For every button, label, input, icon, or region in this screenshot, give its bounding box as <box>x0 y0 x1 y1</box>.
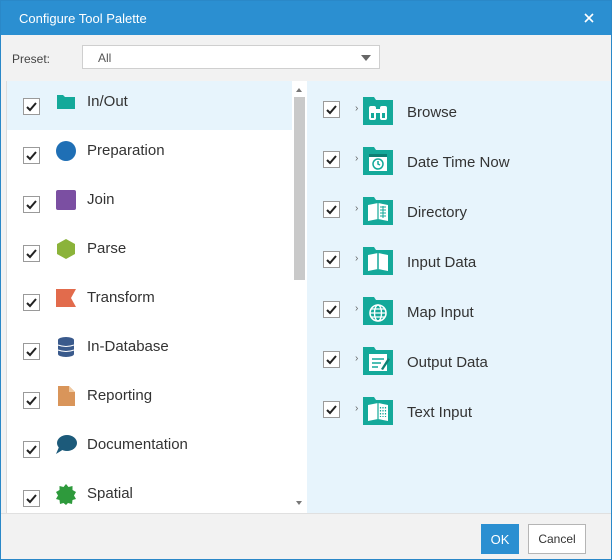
tool-item-browse[interactable]: › Browse <box>307 84 611 134</box>
category-item-transform[interactable]: Transform <box>7 277 293 326</box>
tool-checkbox[interactable] <box>323 401 340 418</box>
chevron-right-icon: › <box>355 203 359 214</box>
close-icon[interactable] <box>579 8 599 28</box>
category-label: Join <box>87 191 115 208</box>
dialog-title: Configure Tool Palette <box>19 11 147 26</box>
category-item-reporting[interactable]: Reporting <box>7 375 293 424</box>
tool-checkbox[interactable] <box>323 201 340 218</box>
category-label: Documentation <box>87 436 188 453</box>
category-checkbox[interactable] <box>23 196 40 213</box>
tool-item-output-data[interactable]: › Output Data <box>307 334 611 384</box>
hexagon-icon <box>55 238 77 260</box>
category-item-documentation[interactable]: Documentation <box>7 424 293 473</box>
tool-label: Map Input <box>407 304 474 321</box>
ok-button[interactable]: OK <box>481 524 519 554</box>
chevron-right-icon: › <box>355 403 359 414</box>
preset-label: Preset: <box>12 52 51 66</box>
tool-checkbox[interactable] <box>323 301 340 318</box>
tool-checkbox[interactable] <box>323 101 340 118</box>
configure-tool-palette-dialog: Configure Tool Palette Preset: All In/Ou… <box>0 0 612 560</box>
tool-label: Output Data <box>407 354 488 371</box>
badge-icon <box>55 483 77 505</box>
category-checkbox[interactable] <box>23 490 40 507</box>
category-label: Reporting <box>87 387 153 404</box>
category-label: Spatial <box>87 485 133 502</box>
chevron-right-icon: › <box>355 103 359 114</box>
chevron-down-icon <box>361 55 371 61</box>
category-label: In-Database <box>87 338 169 355</box>
binoculars-icon <box>362 94 394 126</box>
tool-label: Date Time Now <box>407 154 510 171</box>
tool-checkbox[interactable] <box>323 351 340 368</box>
open-book-icon <box>362 244 394 276</box>
text-book-icon <box>362 394 394 426</box>
category-checkbox[interactable] <box>23 343 40 360</box>
tool-item-text-input[interactable]: › Text Input <box>307 384 611 434</box>
category-checkbox[interactable] <box>23 98 40 115</box>
circle-icon <box>55 140 77 162</box>
category-item-in-out[interactable]: In/Out <box>7 81 293 130</box>
category-label: Preparation <box>87 142 165 159</box>
category-scrollbar[interactable] <box>292 81 307 513</box>
tool-list: › Browse › Date Time Now › Directory › I… <box>307 81 611 513</box>
cancel-button[interactable]: Cancel <box>528 524 586 554</box>
preset-value: All <box>98 51 112 65</box>
category-checkbox[interactable] <box>23 245 40 262</box>
ribbon-icon <box>55 287 77 309</box>
globe-icon <box>362 294 394 326</box>
category-item-parse[interactable]: Parse <box>7 228 293 277</box>
tool-label: Input Data <box>407 254 477 271</box>
category-checkbox[interactable] <box>23 441 40 458</box>
category-item-in-database[interactable]: In-Database <box>7 326 293 375</box>
category-item-preparation[interactable]: Preparation <box>7 130 293 179</box>
tool-label: Browse <box>407 104 458 121</box>
calendar-clock-icon <box>362 144 394 176</box>
speech-bubble-icon <box>55 434 77 456</box>
category-checkbox[interactable] <box>23 392 40 409</box>
category-item-spatial[interactable]: Spatial <box>7 473 293 513</box>
tool-item-date-time-now[interactable]: › Date Time Now <box>307 134 611 184</box>
category-list: In/Out Preparation Join Parse Transform … <box>6 81 293 513</box>
scroll-down-arrow-icon[interactable] <box>296 501 302 505</box>
output-document-icon <box>362 344 394 376</box>
category-checkbox[interactable] <box>23 147 40 164</box>
tool-item-map-input[interactable]: › Map Input <box>307 284 611 334</box>
dialog-footer: OK Cancel <box>1 513 611 559</box>
scrollbar-thumb[interactable] <box>294 97 305 280</box>
directory-book-icon <box>362 194 394 226</box>
category-label: In/Out <box>87 93 128 110</box>
folder-icon <box>55 91 77 113</box>
tool-item-input-data[interactable]: › Input Data <box>307 234 611 284</box>
title-bar: Configure Tool Palette <box>1 1 611 35</box>
chevron-right-icon: › <box>355 353 359 364</box>
chevron-right-icon: › <box>355 303 359 314</box>
tool-label: Text Input <box>407 404 473 421</box>
category-item-join[interactable]: Join <box>7 179 293 228</box>
scroll-up-arrow-icon[interactable] <box>296 88 302 92</box>
preset-bar: Preset: All <box>1 35 611 81</box>
tool-item-directory[interactable]: › Directory <box>307 184 611 234</box>
category-label: Transform <box>87 289 155 306</box>
category-label: Parse <box>87 240 127 257</box>
database-icon <box>55 336 77 358</box>
tool-checkbox[interactable] <box>323 151 340 168</box>
document-icon <box>55 385 77 407</box>
square-icon <box>55 189 77 211</box>
tool-label: Directory <box>407 204 468 221</box>
chevron-right-icon: › <box>355 253 359 264</box>
category-checkbox[interactable] <box>23 294 40 311</box>
tool-checkbox[interactable] <box>323 251 340 268</box>
preset-select[interactable]: All <box>82 45 380 69</box>
chevron-right-icon: › <box>355 153 359 164</box>
